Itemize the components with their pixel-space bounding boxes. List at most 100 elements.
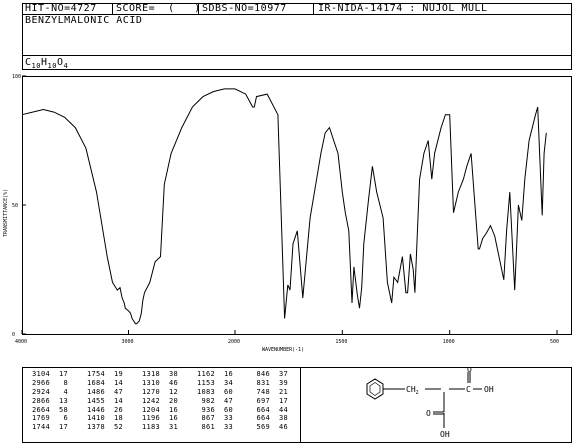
- ch2-group: CH2: [406, 385, 419, 396]
- peak-transmittance: 34: [223, 378, 233, 387]
- peak-transmittance: 47: [113, 387, 123, 396]
- peak-row: 1378 52: [79, 423, 123, 432]
- ir-info: IR-NIDA-14174 : NUJOL MULL: [318, 3, 488, 14]
- peak-row: 1183 31: [134, 423, 178, 432]
- molecular-structure: CH2 C OH O O OH: [366, 368, 494, 439]
- peak-table: 3104 17 2966 8 2924 4 2866 13 2664 58 1769 6 1744 17 1…: [24, 370, 298, 440]
- y-tick-label: 50: [12, 203, 18, 209]
- peak-wavenumber: 1684: [86, 378, 105, 387]
- peak-transmittance: 14: [113, 378, 123, 387]
- peak-wavenumber: 1310: [141, 378, 160, 387]
- peak-transmittance: 8: [63, 378, 68, 387]
- peak-row: 1446 26: [79, 406, 123, 415]
- carboxyl-carbon-top: C: [466, 385, 471, 394]
- peak-row: 1162 16: [189, 370, 233, 379]
- peak-transmittance: 17: [58, 370, 68, 378]
- x-tick-label: 1000: [443, 339, 455, 345]
- peak-wavenumber: 2966: [31, 378, 50, 387]
- peak-wavenumber: 1242: [141, 396, 160, 405]
- peak-transmittance: 47: [223, 396, 233, 405]
- peak-row: 1684 14: [79, 379, 123, 388]
- peak-row: 1083 60: [189, 388, 233, 397]
- peak-wavenumber: 664: [256, 405, 270, 414]
- peak-column: 1754 19 1684 14 1486 47 1455 14 1446 26 1410 18 1378…: [79, 370, 123, 432]
- peak-transmittance: 39: [278, 378, 288, 387]
- oh-label-bottom: OH: [440, 430, 450, 439]
- peak-wavenumber: 1455: [86, 396, 105, 405]
- peak-row: 2924 4: [24, 388, 68, 397]
- peak-transmittance: 16: [168, 405, 178, 414]
- peak-transmittance: 33: [223, 414, 233, 423]
- peak-transmittance: 6: [63, 414, 68, 423]
- peak-transmittance: 26: [113, 405, 123, 414]
- peak-wavenumber: 936: [201, 405, 215, 414]
- sdbs-number: SDBS-NO=10977: [202, 3, 287, 14]
- peak-transmittance: 13: [58, 396, 68, 405]
- y-axis-label: TRANSMITTANCE(%): [3, 189, 9, 237]
- plot-frame: [22, 76, 572, 335]
- peak-row: 1310 46: [134, 379, 178, 388]
- peak-transmittance: 16: [223, 370, 233, 378]
- peak-wavenumber: 748: [256, 387, 270, 396]
- peak-row: 697 17: [244, 397, 288, 406]
- peak-wavenumber: 831: [256, 378, 270, 387]
- molecular-formula: C10H10O4: [25, 57, 69, 70]
- peak-wavenumber: 1153: [196, 378, 215, 387]
- x-axis-label: WAVENUMBER(-1): [262, 347, 304, 353]
- peak-transmittance: 46: [278, 423, 288, 432]
- oh-label-top: OH: [484, 385, 494, 394]
- peak-wavenumber: 1486: [86, 387, 105, 396]
- peak-row: 1410 18: [79, 414, 123, 423]
- peak-column: 1318 38 1310 46 1270 12 1242 20 1204 16 1196 16 1183…: [134, 370, 178, 432]
- peak-transmittance: 17: [58, 423, 68, 432]
- x-tick-label: 500: [550, 339, 559, 345]
- peak-wavenumber: 1410: [86, 414, 105, 423]
- compound-name: BENZYLMALONIC ACID: [25, 15, 143, 26]
- peak-transmittance: 17: [278, 396, 288, 405]
- peak-row: 748 21: [244, 388, 288, 397]
- peak-wavenumber: 2664: [31, 405, 50, 414]
- peak-transmittance: 20: [168, 396, 178, 405]
- score-field: SCORE= ( ): [116, 3, 201, 14]
- peak-wavenumber: 664: [256, 414, 270, 423]
- peak-transmittance: 19: [113, 370, 123, 378]
- hit-number: HIT-NO=4727: [25, 3, 97, 14]
- x-tick-label: 2000: [228, 339, 240, 345]
- spectrum-line: [21, 88, 547, 325]
- peak-row: 2966 8: [24, 379, 68, 388]
- peak-transmittance: 18: [113, 414, 123, 423]
- peak-row: 1744 17: [24, 423, 68, 432]
- y-tick-label: 100: [12, 74, 21, 80]
- peak-transmittance: 52: [113, 423, 123, 432]
- peak-row: 982 47: [189, 397, 233, 406]
- peak-row: 867 33: [189, 414, 233, 423]
- peak-transmittance: 37: [278, 370, 288, 378]
- peak-transmittance: 21: [278, 387, 288, 396]
- peak-transmittance: 38: [168, 370, 178, 378]
- peak-row: 1204 16: [134, 406, 178, 415]
- peak-transmittance: 12: [168, 387, 178, 396]
- peak-row: 664 38: [244, 414, 288, 423]
- peak-wavenumber: 1378: [86, 423, 105, 432]
- peak-transmittance: 38: [278, 414, 288, 423]
- x-tick-label: 3000: [122, 339, 134, 345]
- peak-row: 1318 38: [134, 370, 178, 379]
- peak-transmittance: 44: [278, 405, 288, 414]
- peak-row: 861 33: [189, 423, 233, 432]
- peak-row: 1769 6: [24, 414, 68, 423]
- peak-wavenumber: 1162: [196, 370, 215, 378]
- peak-row: 1455 14: [79, 397, 123, 406]
- peak-transmittance: 16: [168, 414, 178, 423]
- peak-column: 1162 16 1153 34 1083 60 982 47 936 60 867 33 861 33: [189, 370, 233, 432]
- peak-row: 1270 12: [134, 388, 178, 397]
- peak-column: 3104 17 2966 8 2924 4 2866 13 2664 58 1769 6 1744 17: [24, 370, 68, 432]
- peak-row: 846 37: [244, 370, 288, 379]
- peak-column: 846 37 831 39 748 21 697 17 664 44 664 38 569 46: [244, 370, 288, 432]
- peak-transmittance: 14: [113, 396, 123, 405]
- y-tick-label: 0: [12, 332, 15, 338]
- peak-transmittance: 4: [63, 387, 68, 396]
- o-label-left: O: [426, 409, 431, 418]
- peak-transmittance: 60: [223, 405, 233, 414]
- peak-row: 1486 47: [79, 388, 123, 397]
- peak-transmittance: 33: [223, 423, 233, 432]
